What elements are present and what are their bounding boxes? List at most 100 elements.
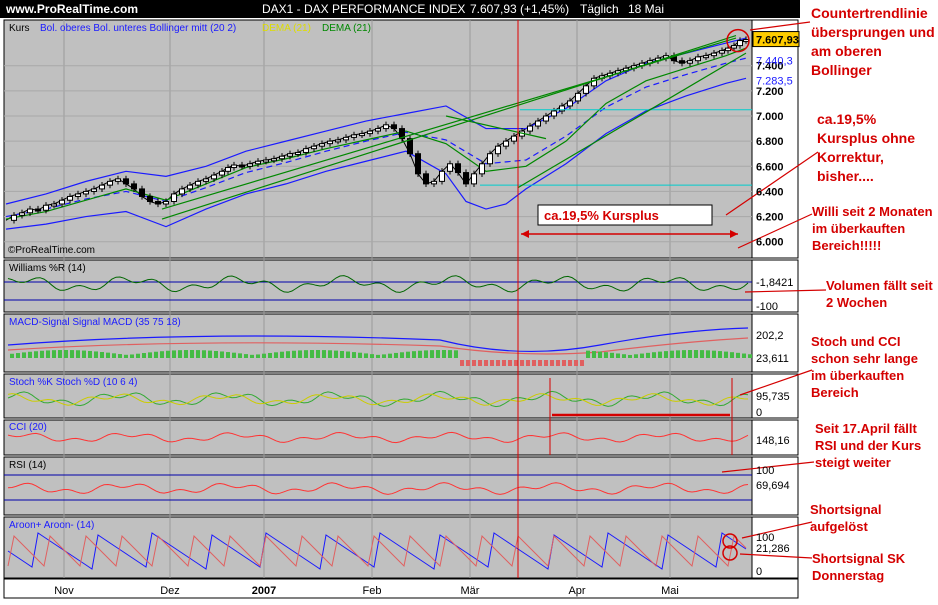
macd-bar [748, 354, 752, 358]
candle-body [147, 195, 153, 202]
macd-bar [280, 351, 284, 358]
candle-body [59, 199, 65, 205]
candle-body [263, 159, 269, 163]
lower-band-value: 7.283,5 [756, 75, 793, 87]
macd-bar [244, 354, 248, 358]
macd-bar [226, 352, 230, 358]
macd-bar [166, 350, 170, 358]
candle-body [99, 184, 105, 190]
candle-body [703, 55, 709, 59]
macd-bar [412, 351, 416, 358]
candle-body [503, 140, 509, 147]
macd-bar [484, 360, 488, 366]
month-tick-label: Apr [568, 585, 585, 597]
annotation-rsi: Seit 17.April fällt RSI und der Kurs ste… [815, 421, 922, 470]
candle-body [479, 163, 485, 175]
macd-bar [610, 352, 614, 358]
x-axis-bar [3, 578, 799, 599]
williams-panel [3, 259, 753, 313]
candle-body [535, 120, 541, 127]
candle-body [163, 200, 169, 205]
macd-bar [22, 352, 26, 358]
indicator-title: CCI (20) [9, 422, 47, 433]
macd-bar [370, 354, 374, 358]
candle-body [487, 153, 493, 165]
candle-body [319, 143, 325, 147]
macd-bar [142, 353, 146, 358]
macd-bar [520, 360, 524, 366]
macd-bar [250, 354, 254, 358]
month-tick-label: Feb [363, 585, 382, 597]
macd-bar [586, 350, 590, 358]
macd-bar [16, 353, 20, 358]
macd-bar [670, 350, 674, 358]
macd-bar [52, 350, 56, 358]
candle-body [225, 167, 231, 172]
macd-bar [634, 354, 638, 358]
macd-bar [172, 350, 176, 358]
macd-bar [328, 350, 332, 358]
candle-body [471, 173, 477, 185]
candle-body [11, 214, 17, 221]
price-tick-label: 6.400 [756, 186, 784, 198]
macd-bar [202, 350, 206, 358]
macd-bar [112, 353, 116, 358]
macd-bar [664, 351, 668, 358]
macd-bar [496, 360, 500, 366]
macd-bar [58, 350, 62, 358]
macd-bar [190, 350, 194, 358]
annotation-williams: Willi seit 2 Monaten im überkauften Bere… [812, 204, 933, 253]
candle-body [195, 180, 201, 186]
candle-body [247, 163, 253, 167]
candle-body [187, 184, 193, 190]
macd-bar [292, 350, 296, 358]
candle-body [83, 190, 89, 195]
last-price: 7.607,93 (+1,45%) [470, 2, 569, 16]
candle-body [295, 151, 301, 155]
candle-body [359, 133, 365, 137]
candle-body [527, 125, 533, 132]
candle-body [327, 140, 333, 145]
macd-bar [232, 352, 236, 358]
macd-bar [100, 352, 104, 358]
macd-bar [562, 360, 566, 366]
macd-bar [514, 360, 518, 366]
candle-body [219, 170, 225, 176]
candle-body [439, 170, 445, 182]
macd-bar [268, 352, 272, 358]
macd-bar [538, 360, 542, 366]
candle-body [511, 135, 517, 142]
macd-bar [724, 351, 728, 358]
macd-bar [382, 354, 386, 358]
macd-bar [316, 350, 320, 358]
indicator-title: Aroon+ Aroon- (14) [9, 520, 94, 531]
macd-bar [274, 352, 278, 358]
macd-bar [196, 350, 200, 358]
candle-body [123, 178, 129, 185]
date-label: 18 Mai [628, 2, 664, 16]
macd-bar [286, 351, 290, 358]
price-legend: Kurs [9, 23, 30, 34]
chart-canvas: www.ProRealTime.com DAX1 - DAX PERFORMAN… [0, 0, 938, 600]
candle-body [43, 204, 49, 211]
macd-bar [82, 350, 86, 358]
candle-body [255, 160, 261, 165]
macd-bar [40, 350, 44, 358]
candle-body [271, 158, 277, 162]
candle-body [171, 193, 177, 202]
macd-bar [334, 350, 338, 358]
macd-bar [88, 350, 92, 358]
candle-body [19, 212, 25, 216]
macd-bar [652, 352, 656, 358]
indicator-title: Stoch %K Stoch %D (10 6 4) [9, 377, 137, 388]
month-tick-label: 2007 [252, 585, 276, 597]
annotation-short-resolved: Shortsignal aufgelöst [810, 502, 882, 534]
macd-bar [424, 350, 428, 358]
macd-bar [448, 350, 452, 358]
candle-body [687, 60, 693, 64]
candle-body [335, 139, 341, 143]
candle-body [203, 178, 209, 182]
macd-bar [550, 360, 554, 366]
period-label: Täglich [580, 2, 619, 16]
candle-body [391, 124, 397, 130]
